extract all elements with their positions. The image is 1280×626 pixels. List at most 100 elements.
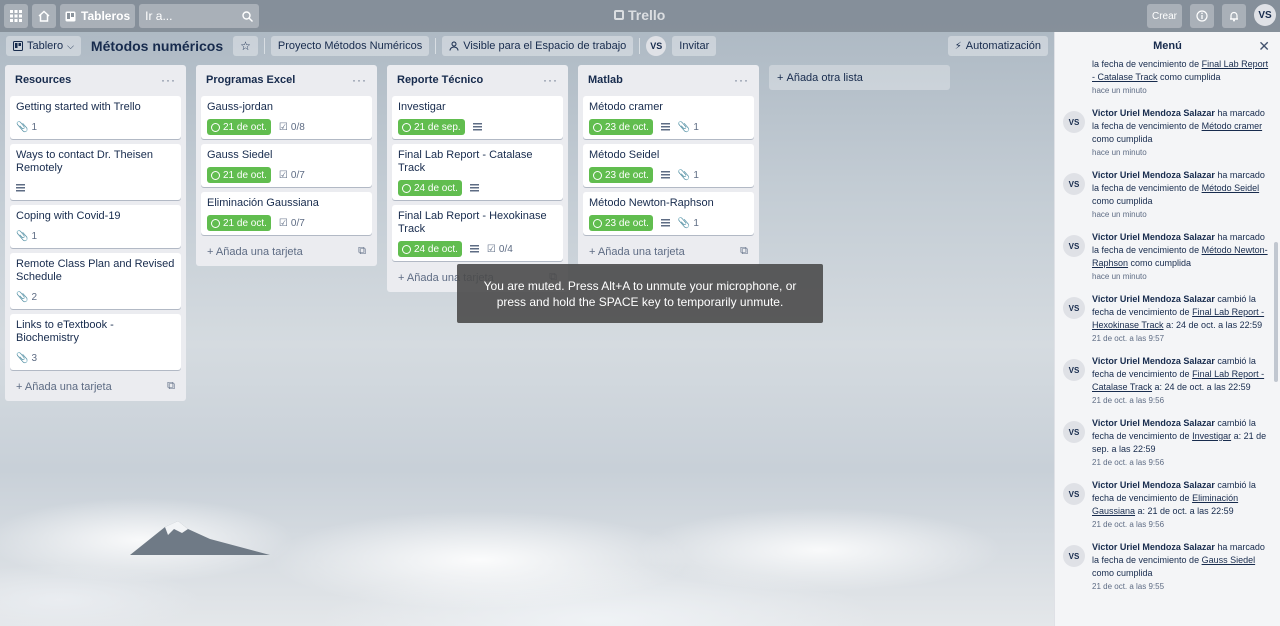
activity-post: a: 24 de oct. a las 22:59: [1152, 382, 1251, 392]
more-icon[interactable]: ···: [543, 73, 558, 87]
apps-grid-button[interactable]: [4, 4, 28, 28]
due-date: 24 de oct.: [414, 182, 458, 194]
list-title[interactable]: Programas Excel: [206, 74, 295, 86]
card[interactable]: Coping with Covid-19 📎 1: [10, 205, 181, 248]
activity-user[interactable]: Victor Uriel Mendoza Salazar: [1092, 170, 1215, 180]
card[interactable]: Eliminación Gaussiana 21 de oct. ☑ 0/7: [201, 192, 372, 235]
notifications-button[interactable]: [1222, 4, 1246, 28]
due-date-badge[interactable]: 21 de sep.: [398, 119, 465, 135]
activity-card-link[interactable]: Investigar: [1192, 431, 1231, 441]
activity-avatar[interactable]: VS: [1063, 297, 1085, 319]
add-card-button[interactable]: + Añada una tarjeta ⧉: [583, 243, 754, 260]
more-icon[interactable]: ···: [161, 73, 176, 87]
activity-user[interactable]: Victor Uriel Mendoza Salazar: [1092, 232, 1215, 242]
card[interactable]: Remote Class Plan and Revised Schedule 📎…: [10, 253, 181, 309]
home-button[interactable]: [32, 4, 56, 28]
menu-scrollbar[interactable]: [1274, 242, 1278, 382]
due-date-badge[interactable]: 23 de oct.: [589, 215, 653, 231]
activity-card-link[interactable]: Gauss Siedel: [1202, 555, 1256, 565]
search-icon: [242, 10, 254, 22]
due-date-badge[interactable]: 21 de oct.: [207, 167, 271, 183]
close-icon[interactable]: ✕: [1258, 38, 1270, 55]
activity-avatar[interactable]: VS: [1063, 235, 1085, 257]
due-date-badge[interactable]: 24 de oct.: [398, 180, 462, 196]
activity-user[interactable]: Victor Uriel Mendoza Salazar: [1092, 108, 1215, 118]
card-title: Getting started with Trello: [16, 101, 141, 113]
card[interactable]: Gauss-jordan 21 de oct. ☑ 0/8: [201, 96, 372, 139]
activity-avatar[interactable]: VS: [1063, 421, 1085, 443]
more-icon[interactable]: ···: [352, 73, 367, 87]
template-icon[interactable]: ⧉: [358, 245, 366, 258]
attachment-count: 1: [693, 121, 699, 133]
activity-avatar[interactable]: VS: [1063, 173, 1085, 195]
attachment-badge: 📎 3: [16, 353, 37, 364]
activity-avatar[interactable]: VS: [1063, 359, 1085, 381]
header-divider: [263, 38, 265, 54]
create-button[interactable]: Crear: [1146, 4, 1182, 28]
create-label: Crear: [1151, 10, 1177, 22]
add-card-button[interactable]: + Añada una tarjeta ⧉: [201, 243, 372, 260]
activity-avatar[interactable]: VS: [1063, 111, 1085, 133]
card[interactable]: Getting started with Trello 📎 1: [10, 96, 181, 139]
checklist-count: 0/4: [498, 243, 513, 255]
template-icon[interactable]: ⧉: [167, 380, 175, 393]
due-date-badge[interactable]: 23 de oct.: [589, 119, 653, 135]
board-lists: Resources ··· Getting started with Trell…: [5, 65, 950, 401]
attachment-badge: 📎 2: [16, 292, 37, 303]
activity-user[interactable]: Victor Uriel Mendoza Salazar: [1092, 356, 1215, 366]
mountain-image: [130, 521, 270, 555]
activity-time: 21 de oct. a las 9:56: [1092, 520, 1165, 529]
add-card-button[interactable]: + Añada una tarjeta ⧉: [10, 378, 181, 395]
activity-time: hace un minuto: [1092, 148, 1147, 157]
card[interactable]: Final Lab Report - Hexokinase Track 24 d…: [392, 205, 563, 261]
activity-text: Victor Uriel Mendoza Salazar cambió la f…: [1092, 293, 1270, 332]
activity-item: VS la fecha de vencimiento de Final Lab …: [1055, 58, 1280, 95]
due-date-badge[interactable]: 24 de oct.: [398, 241, 462, 257]
card[interactable]: Final Lab Report - Catalase Track 24 de …: [392, 144, 563, 200]
workspace-button[interactable]: Proyecto Métodos Numéricos: [270, 36, 430, 56]
search-input[interactable]: Ir a...: [139, 4, 260, 28]
card[interactable]: Gauss Siedel 21 de oct. ☑ 0/7: [201, 144, 372, 187]
list-title[interactable]: Reporte Técnico: [397, 74, 483, 86]
activity-avatar[interactable]: VS: [1063, 545, 1085, 567]
activity-user[interactable]: Victor Uriel Mendoza Salazar: [1092, 480, 1215, 490]
member-avatar[interactable]: VS: [646, 36, 667, 56]
due-date: 23 de oct.: [605, 217, 649, 229]
visibility-button[interactable]: Visible para el Espacio de trabajo: [442, 36, 634, 56]
activity-item: VS Victor Uriel Mendoza Salazar ha marca…: [1055, 541, 1280, 591]
due-date-badge[interactable]: 21 de oct.: [207, 215, 271, 231]
more-icon[interactable]: ···: [734, 73, 749, 87]
board-view-switcher[interactable]: Tablero ⌵: [6, 36, 81, 56]
activity-user[interactable]: Victor Uriel Mendoza Salazar: [1092, 542, 1215, 552]
paperclip-icon: 📎: [16, 230, 29, 242]
due-date-badge[interactable]: 21 de oct.: [207, 119, 271, 135]
list-title[interactable]: Resources: [15, 74, 71, 86]
board-title[interactable]: Métodos numéricos: [87, 38, 227, 54]
card[interactable]: Links to eTextbook - Biochemistry 📎 3: [10, 314, 181, 370]
card-title: Gauss Siedel: [207, 149, 273, 161]
card[interactable]: Método Newton-Raphson 23 de oct. 📎 1: [583, 192, 754, 235]
add-list-button[interactable]: + Añada otra lista: [769, 65, 950, 90]
due-date: 21 de oct.: [223, 121, 267, 133]
invite-button[interactable]: Invitar: [672, 36, 717, 56]
info-button[interactable]: [1190, 4, 1214, 28]
checklist-badge: ☑ 0/4: [487, 244, 513, 255]
card[interactable]: Investigar 21 de sep.: [392, 96, 563, 139]
card[interactable]: Método cramer 23 de oct. 📎 1: [583, 96, 754, 139]
activity-avatar[interactable]: VS: [1063, 483, 1085, 505]
list-title[interactable]: Matlab: [588, 74, 623, 86]
template-icon[interactable]: ⧉: [740, 245, 748, 258]
activity-user[interactable]: Victor Uriel Mendoza Salazar: [1092, 294, 1215, 304]
user-avatar[interactable]: VS: [1254, 4, 1276, 26]
star-button[interactable]: ☆: [233, 36, 258, 56]
activity-card-link[interactable]: Método Seidel: [1202, 183, 1260, 193]
description-icon: [16, 184, 25, 192]
card[interactable]: Método Seidel 23 de oct. 📎 1: [583, 144, 754, 187]
due-date-badge[interactable]: 23 de oct.: [589, 167, 653, 183]
activity-user[interactable]: Victor Uriel Mendoza Salazar: [1092, 418, 1215, 428]
activity-card-link[interactable]: Método cramer: [1202, 121, 1263, 131]
trello-logo[interactable]: Trello: [614, 7, 665, 23]
card[interactable]: Ways to contact Dr. Theisen Remotely: [10, 144, 181, 200]
automation-button[interactable]: ⚡ Automatización: [947, 36, 1048, 56]
boards-button[interactable]: Tableros: [60, 4, 136, 28]
